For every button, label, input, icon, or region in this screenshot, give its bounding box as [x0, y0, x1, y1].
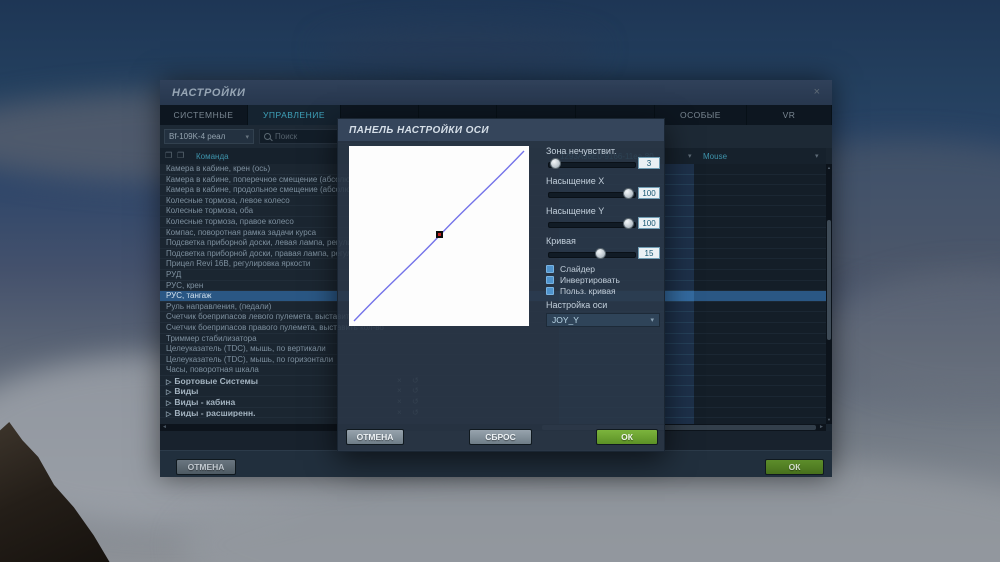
slider-curve: Кривая 15	[546, 234, 660, 264]
scroll-left-icon[interactable]: ◄	[162, 424, 167, 431]
cancel-button[interactable]: ОТМЕНА	[176, 459, 236, 475]
slider-track[interactable]	[548, 162, 636, 168]
checkbox-slider-mode[interactable]	[546, 264, 554, 273]
preset-dropdown[interactable]: Bf-109K-4 реал ▾	[164, 129, 254, 144]
column-header-mouse[interactable]: Mouse	[703, 152, 727, 161]
mouse-cell[interactable]	[694, 185, 826, 196]
mouse-cell[interactable]	[694, 322, 826, 334]
dialog-body: Зона нечувствит. 3 Насыщение X 100 Насыщение…	[338, 141, 664, 451]
ok-button[interactable]: ОК	[765, 459, 824, 475]
scroll-right-icon[interactable]: ►	[819, 424, 824, 431]
preset-value: Bf-109K-4 реал	[169, 132, 226, 141]
slider-value-field[interactable]: 15	[638, 247, 660, 259]
checkbox-custom-curve[interactable]	[546, 286, 554, 295]
mouse-cell[interactable]	[694, 195, 826, 207]
slider-label: Насыщение X	[546, 176, 605, 186]
chevron-down-icon[interactable]: ▾	[815, 152, 819, 160]
tab-systems[interactable]: СИСТЕМНЫЕ	[160, 105, 248, 125]
slider-thumb[interactable]	[623, 218, 634, 229]
group-expand-icon[interactable]: ▷	[166, 411, 171, 418]
checkbox-row-invert[interactable]: Инвертировать	[546, 274, 620, 285]
slider-deadzone: Зона нечувствит. 3	[546, 144, 660, 174]
slider-value-field[interactable]: 100	[638, 217, 660, 229]
slider-value-field[interactable]: 3	[638, 157, 660, 169]
mouse-cell[interactable]	[694, 216, 826, 228]
mouse-cell[interactable]	[694, 354, 826, 366]
checkbox-label: Слайдер	[560, 263, 595, 274]
slider-label: Кривая	[546, 236, 576, 246]
search-icon	[264, 133, 271, 140]
expand-all-icon[interactable]: ❐	[177, 152, 184, 160]
window-title: НАСТРОЙКИ	[172, 86, 246, 99]
scroll-down-icon[interactable]: ▼	[826, 417, 832, 423]
mouse-cell[interactable]	[694, 397, 826, 408]
mouse-cell[interactable]	[694, 206, 826, 217]
tab-vr[interactable]: VR	[747, 105, 832, 125]
close-icon[interactable]: ×	[814, 87, 820, 98]
mouse-cell[interactable]	[694, 227, 826, 239]
dialog-ok-button[interactable]: ОК	[596, 429, 658, 445]
chevron-down-icon: ▾	[650, 317, 654, 324]
column-header-command[interactable]: Команда	[196, 152, 229, 161]
window-footer: ОТМЕНА ОК	[160, 450, 832, 477]
vertical-scrollbar[interactable]: ▲ ▼	[826, 164, 832, 424]
group-expand-icon[interactable]: ▷	[166, 379, 171, 386]
axis-select-label: Настройка оси	[546, 300, 608, 310]
chevron-down-icon[interactable]: ▾	[688, 152, 692, 160]
slider-track[interactable]	[548, 252, 636, 258]
mouse-cell[interactable]	[694, 375, 826, 387]
slider-value-field[interactable]: 100	[638, 187, 660, 199]
scroll-up-icon[interactable]: ▲	[826, 165, 832, 171]
cloud	[320, 28, 600, 72]
dialog-cancel-button[interactable]: ОТМЕНА	[346, 429, 404, 445]
checkbox-invert[interactable]	[546, 275, 554, 284]
mouse-cell[interactable]	[694, 291, 826, 302]
tab-controls[interactable]: УПРАВЛЕНИЕ	[248, 105, 341, 125]
curve-point-handle[interactable]	[436, 231, 443, 238]
group-expand-icon[interactable]: ▷	[166, 389, 171, 396]
mouse-cell[interactable]	[694, 238, 826, 249]
response-curve-graph[interactable]	[349, 146, 529, 326]
dialog-titlebar: ПАНЕЛЬ НАСТРОЙКИ ОСИ	[338, 119, 664, 141]
slider-saturation-y: Насыщение Y 100	[546, 204, 660, 234]
checkbox-group: Слайдер Инвертировать Польз. кривая	[546, 263, 620, 296]
mouse-cell[interactable]	[694, 407, 826, 419]
checkbox-label: Инвертировать	[560, 274, 620, 285]
mouse-cell[interactable]	[694, 164, 826, 175]
group-expand-icon[interactable]: ▷	[166, 400, 171, 407]
slider-thumb[interactable]	[594, 248, 606, 259]
slider-label: Зона нечувствит.	[546, 146, 617, 156]
mouse-cell[interactable]	[694, 344, 826, 355]
chevron-down-icon: ▾	[245, 133, 249, 141]
slider-saturation-x: Насыщение X 100	[546, 174, 660, 204]
axis-select-value: JOY_Y	[552, 315, 579, 325]
tab-special[interactable]: ОСОБЫЕ	[655, 105, 747, 125]
mouse-cell[interactable]	[694, 312, 826, 323]
mouse-cell[interactable]	[694, 365, 826, 376]
axis-select-dropdown[interactable]: JOY_Y ▾	[546, 313, 660, 327]
slider-thumb[interactable]	[623, 188, 634, 199]
screen: НАСТРОЙКИ × СИСТЕМНЫЕ УПРАВЛЕНИЕ ОСОБЫЕ VR …	[0, 0, 1000, 562]
checkbox-row-custom-curve[interactable]: Польз. кривая	[546, 285, 620, 296]
mouse-cell[interactable]	[694, 333, 826, 345]
mouse-cell[interactable]	[694, 248, 826, 260]
mouse-cell[interactable]	[694, 259, 826, 270]
mouse-cell[interactable]	[694, 280, 826, 292]
collapse-all-icon[interactable]: ❐	[165, 152, 172, 160]
window-titlebar: НАСТРОЙКИ ×	[160, 80, 832, 105]
slider-label: Насыщение Y	[546, 206, 605, 216]
vertical-scroll-thumb[interactable]	[827, 220, 831, 340]
mouse-cell[interactable]	[694, 301, 826, 313]
checkbox-row-slider-mode[interactable]: Слайдер	[546, 263, 620, 274]
mouse-cell[interactable]	[694, 174, 826, 186]
mouse-cell[interactable]	[694, 386, 826, 398]
dialog-reset-button[interactable]: СБРОС	[469, 429, 532, 445]
axis-settings-dialog: ПАНЕЛЬ НАСТРОЙКИ ОСИ Зона нечувствит. 3 На…	[337, 118, 665, 452]
dialog-title: ПАНЕЛЬ НАСТРОЙКИ ОСИ	[349, 124, 490, 136]
mouse-cell[interactable]	[694, 269, 826, 281]
checkbox-label: Польз. кривая	[560, 285, 616, 296]
